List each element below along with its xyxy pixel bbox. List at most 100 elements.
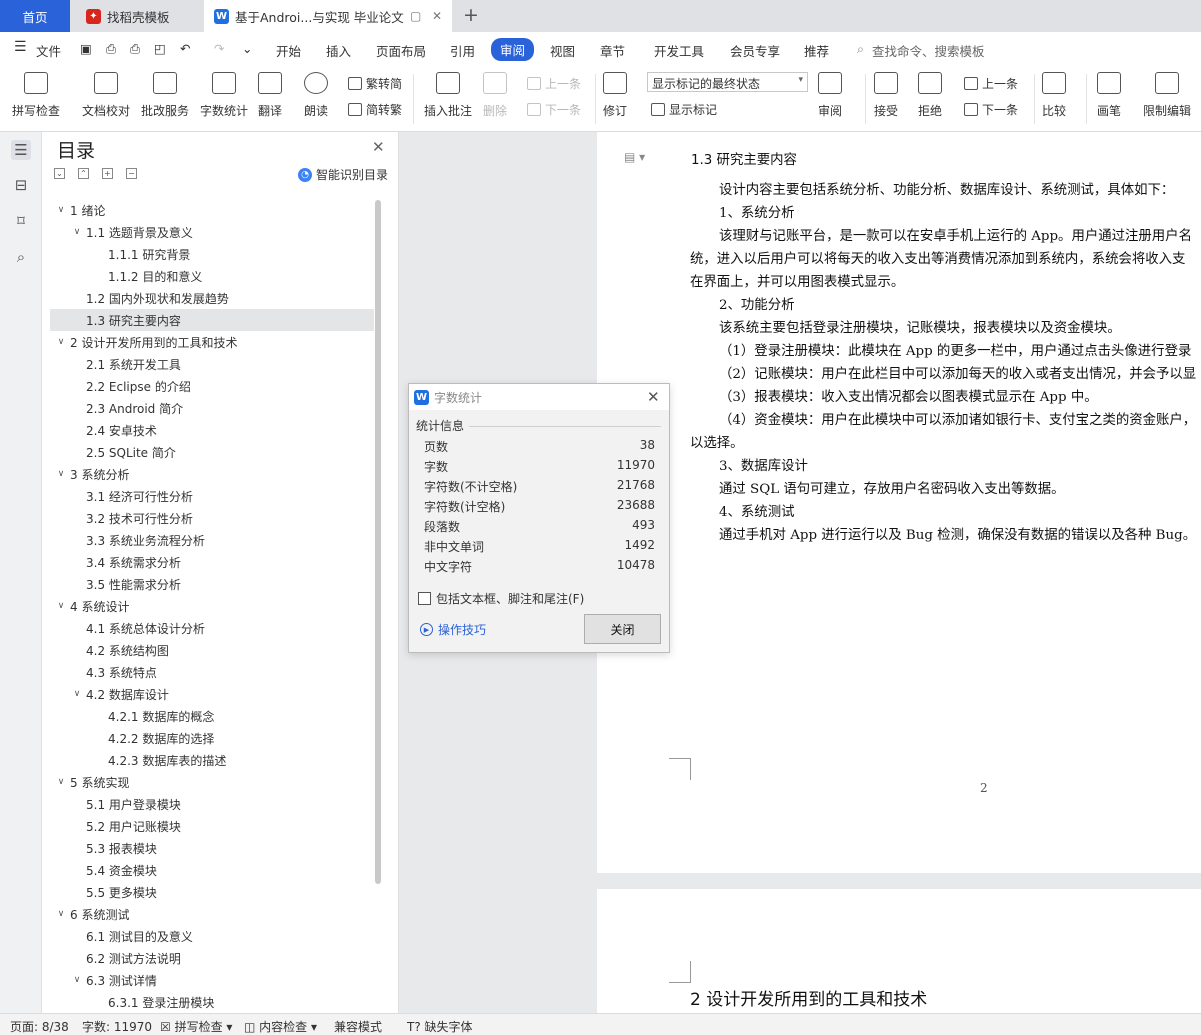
print-icon[interactable]: ⎙ — [130, 41, 140, 57]
toc-item[interactable]: 3.3 系统业务流程分析 — [50, 529, 374, 551]
trad-to-simp-button[interactable]: 繁转简 — [348, 75, 402, 92]
word-count-status[interactable]: 字数: 11970 — [82, 1018, 152, 1035]
command-search[interactable]: 查找命令、搜索模板 — [872, 41, 985, 60]
tab-template[interactable]: ✦ 找稻壳模板 — [76, 0, 204, 32]
toc-item[interactable]: 3.1 经济可行性分析 — [50, 485, 374, 507]
menu-file[interactable]: 文件 — [36, 41, 61, 60]
delete-comment-button[interactable]: 删除 — [483, 72, 507, 119]
tab-home[interactable]: 首页 — [0, 0, 70, 32]
toc-item[interactable]: 5.3 报表模块 — [50, 837, 374, 859]
content-check-status[interactable]: ◫ 内容检查 ▾ — [244, 1018, 317, 1035]
review-pane-button[interactable]: 审阅 — [818, 72, 842, 119]
expand-chevron-icon[interactable]: ∨ — [54, 777, 68, 787]
toc-item[interactable]: 1.1.2 目的和意义 — [50, 265, 374, 287]
expand-chevron-icon[interactable]: ∨ — [54, 909, 68, 919]
undo-icon[interactable]: ↶ — [180, 41, 190, 56]
toc-item[interactable]: 2.3 Android 简介 — [50, 397, 374, 419]
toc-item[interactable]: ∨ 4.2 数据库设计 — [50, 683, 374, 705]
translate-button[interactable]: 翻译 — [258, 72, 282, 119]
batch-service-button[interactable]: 批改服务 — [141, 72, 189, 119]
tips-link[interactable]: ▶ 操作技巧 — [420, 621, 486, 638]
toc-item[interactable]: 5.5 更多模块 — [50, 881, 374, 903]
spell-check-button[interactable]: 拼写检查 — [12, 72, 60, 119]
include-textbox-checkbox[interactable]: 包括文本框、脚注和尾注(F) — [418, 590, 584, 607]
markup-mode-select[interactable]: 显示标记的最终状态 — [647, 72, 808, 92]
pen-button[interactable]: 画笔 — [1097, 72, 1121, 119]
more-quick-icon[interactable]: ⌄ — [242, 41, 252, 56]
expand-chevron-icon[interactable]: ∨ — [54, 469, 68, 479]
chapter-nav-icon[interactable]: ⊟ — [11, 175, 31, 195]
menu-insert[interactable]: 插入 — [326, 41, 351, 60]
revise-button[interactable]: 修订 — [603, 72, 627, 119]
close-button[interactable]: 关闭 — [584, 614, 661, 644]
dialog-titlebar[interactable]: W 字数统计 — [409, 384, 669, 410]
toc-panel-icon[interactable]: ☰ — [11, 140, 31, 160]
expand-chevron-icon[interactable]: ∨ — [70, 227, 84, 237]
redo-icon[interactable]: ↷ — [214, 41, 224, 56]
toc-item[interactable]: 1.2 国内外现状和发展趋势 — [50, 287, 374, 309]
doc-proof-button[interactable]: 文档校对 — [82, 72, 130, 119]
add-heading-icon[interactable]: + — [102, 168, 113, 179]
print-preview-icon[interactable]: ◰ — [154, 41, 166, 56]
toc-scrollbar[interactable] — [375, 200, 381, 884]
toc-item[interactable]: ∨ 6.3 测试详情 — [50, 969, 374, 991]
toc-item[interactable]: 2.2 Eclipse 的介绍 — [50, 375, 374, 397]
word-count-button[interactable]: 字数统计 — [200, 72, 248, 119]
toc-item[interactable]: 3.2 技术可行性分析 — [50, 507, 374, 529]
close-tab-icon[interactable]: ✕ — [432, 9, 442, 23]
menu-devtools[interactable]: 开发工具 — [654, 41, 704, 60]
save-icon[interactable]: ▣ — [80, 41, 92, 56]
hamburger-icon[interactable]: ☰ — [14, 39, 27, 55]
toc-item[interactable]: ∨ 6 系统测试 — [50, 903, 374, 925]
toc-item[interactable]: 6.2 测试方法说明 — [50, 947, 374, 969]
expand-chevron-icon[interactable]: ∨ — [54, 205, 68, 215]
checkbox-box[interactable] — [418, 592, 431, 605]
bookmark-icon[interactable]: ⌑ — [11, 211, 31, 231]
page-indicator[interactable]: 页面: 8/38 — [10, 1018, 69, 1035]
toc-item[interactable]: ∨ 1 绪论 — [50, 199, 374, 221]
toc-item[interactable]: 4.2.2 数据库的选择 — [50, 727, 374, 749]
next-comment-button[interactable]: 下一条 — [527, 101, 581, 118]
compare-button[interactable]: 比较 — [1042, 72, 1066, 119]
collapse-all-icon[interactable]: ⌄ — [54, 168, 65, 179]
toc-item[interactable]: ∨ 4 系统设计 — [50, 595, 374, 617]
menu-start[interactable]: 开始 — [276, 41, 301, 60]
toc-item[interactable]: 4.2.1 数据库的概念 — [50, 705, 374, 727]
menu-layout[interactable]: 页面布局 — [376, 41, 426, 60]
menu-recommend[interactable]: 推荐 — [804, 41, 829, 60]
menu-view[interactable]: 视图 — [550, 41, 575, 60]
toc-item[interactable]: 6.3.1 登录注册模块 — [50, 991, 374, 1013]
new-tab-button[interactable]: + — [463, 4, 479, 26]
accept-button[interactable]: 接受 — [874, 72, 898, 119]
expand-chevron-icon[interactable]: ∨ — [70, 689, 84, 699]
spell-check-status[interactable]: ☒ 拼写检查 ▾ — [160, 1018, 232, 1035]
toc-item[interactable]: 3.5 性能需求分析 — [50, 573, 374, 595]
menu-chapter[interactable]: 章节 — [600, 41, 625, 60]
toc-item[interactable]: ∨ 2 设计开发所用到的工具和技术 — [50, 331, 374, 353]
menu-reference[interactable]: 引用 — [450, 41, 475, 60]
read-aloud-button[interactable]: 朗读 — [304, 72, 328, 119]
close-icon[interactable]: ✕ — [647, 388, 660, 406]
search-panel-icon[interactable]: ⌕ — [11, 247, 31, 267]
pin-tab-icon[interactable]: ▢ — [410, 9, 421, 23]
toc-item[interactable]: 4.2.3 数据库表的描述 — [50, 749, 374, 771]
smart-toc-button[interactable]: ◔ 智能识别目录 — [298, 166, 388, 183]
close-icon[interactable]: ✕ — [372, 138, 385, 156]
simp-to-trad-button[interactable]: 简转繁 — [348, 101, 402, 118]
reject-button[interactable]: 拒绝 — [918, 72, 942, 119]
toc-item[interactable]: 1.3 研究主要内容 — [50, 309, 374, 331]
toc-item[interactable]: 1.1.1 研究背景 — [50, 243, 374, 265]
toc-item[interactable]: 4.1 系统总体设计分析 — [50, 617, 374, 639]
expand-chevron-icon[interactable]: ∨ — [54, 337, 68, 347]
prev-revision-button[interactable]: 上一条 — [964, 75, 1018, 92]
toc-item[interactable]: ∨ 3 系统分析 — [50, 463, 374, 485]
export-pdf-icon[interactable]: ⎙ — [106, 41, 116, 57]
toc-item[interactable]: 5.2 用户记账模块 — [50, 815, 374, 837]
next-revision-button[interactable]: 下一条 — [964, 101, 1018, 118]
missing-font-status[interactable]: T? 缺失字体 — [407, 1018, 473, 1035]
toc-item[interactable]: 3.4 系统需求分析 — [50, 551, 374, 573]
toc-item[interactable]: ∨ 1.1 选题背景及意义 — [50, 221, 374, 243]
toc-item[interactable]: ∨ 5 系统实现 — [50, 771, 374, 793]
toc-item[interactable]: 4.2 系统结构图 — [50, 639, 374, 661]
toc-item[interactable]: 4.3 系统特点 — [50, 661, 374, 683]
